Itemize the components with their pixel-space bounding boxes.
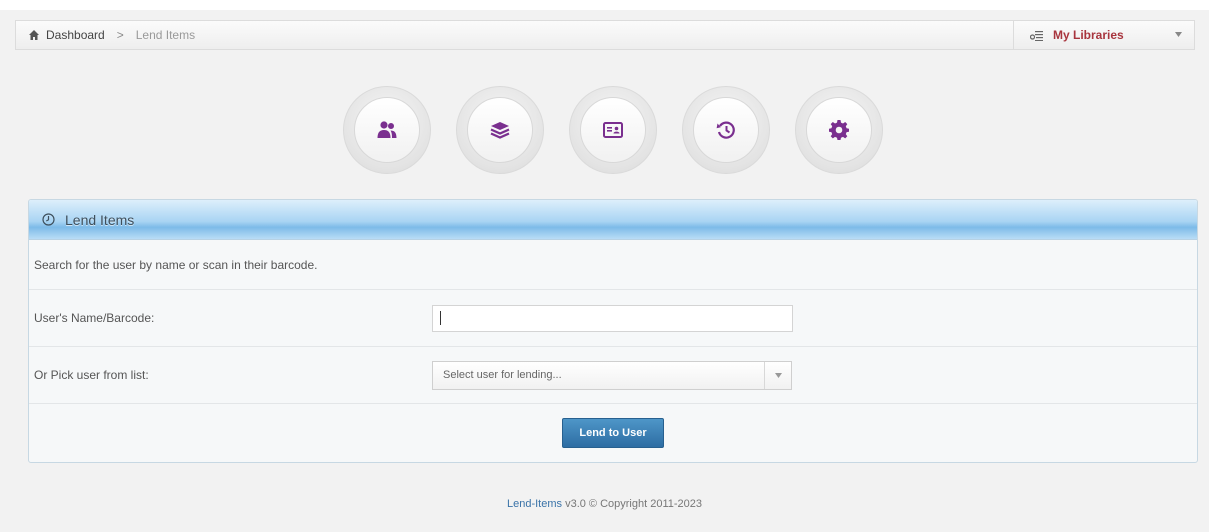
layers-icon — [490, 122, 510, 139]
quick-nav-history-button[interactable] — [682, 86, 770, 174]
home-icon[interactable] — [28, 29, 40, 41]
footer-app-link[interactable]: Lend-Items — [507, 498, 562, 510]
actions-row: Lend to User — [29, 404, 1197, 462]
my-libraries-label: My Libraries — [1053, 28, 1124, 42]
quick-nav — [343, 86, 883, 174]
pick-user-label: Or Pick user from list: — [34, 368, 149, 382]
breadcrumb-dashboard[interactable]: Dashboard — [46, 28, 105, 42]
breadcrumb-lend-items: Lend Items — [135, 28, 196, 42]
lend-items-panel: Lend Items Search for the user by name o… — [28, 199, 1198, 463]
id-card-icon — [603, 122, 623, 138]
gear-icon — [829, 120, 849, 140]
footer: Lend-Items v3.0 © Copyright 2011-2023 — [0, 498, 1209, 510]
pick-user-placeholder: Select user for lending... — [443, 369, 562, 381]
intro-text: Search for the user by name or scan in t… — [34, 257, 318, 272]
user-name-barcode-input[interactable] — [432, 304, 793, 332]
quick-nav-items-button[interactable] — [456, 86, 544, 174]
my-libraries-menu[interactable]: My Libraries — [1013, 21, 1194, 49]
quick-nav-settings-button[interactable] — [795, 86, 883, 174]
library-list-icon — [1030, 30, 1043, 41]
chevron-down-icon — [1175, 32, 1182, 37]
quick-nav-users-button[interactable] — [343, 86, 431, 174]
footer-copyright: v3.0 © Copyright 2011-2023 — [562, 498, 703, 510]
text-cursor — [440, 311, 441, 325]
history-icon — [716, 121, 735, 139]
panel-header: Lend Items — [29, 200, 1197, 240]
panel-title: Lend Items — [65, 211, 135, 228]
breadcrumb-separator: > — [116, 28, 124, 42]
lend-to-user-button[interactable]: Lend to User — [562, 418, 664, 448]
breadcrumb-bar: Dashboard > Lend Items My Libraries — [15, 20, 1195, 50]
top-strip — [0, 0, 1209, 10]
pick-user-row: Or Pick user from list: Select user for … — [29, 347, 1197, 404]
users-icon — [377, 121, 397, 138]
name-field-row: User's Name/Barcode: — [29, 290, 1197, 347]
name-field-label: User's Name/Barcode: — [34, 311, 155, 325]
pick-user-select[interactable]: Select user for lending... — [432, 360, 792, 390]
chevron-down-icon[interactable] — [764, 361, 791, 389]
quick-nav-id-card-button[interactable] — [569, 86, 657, 174]
breadcrumb: Dashboard > Lend Items — [16, 28, 1013, 42]
intro-row: Search for the user by name or scan in t… — [29, 240, 1197, 290]
clock-icon — [42, 213, 55, 226]
